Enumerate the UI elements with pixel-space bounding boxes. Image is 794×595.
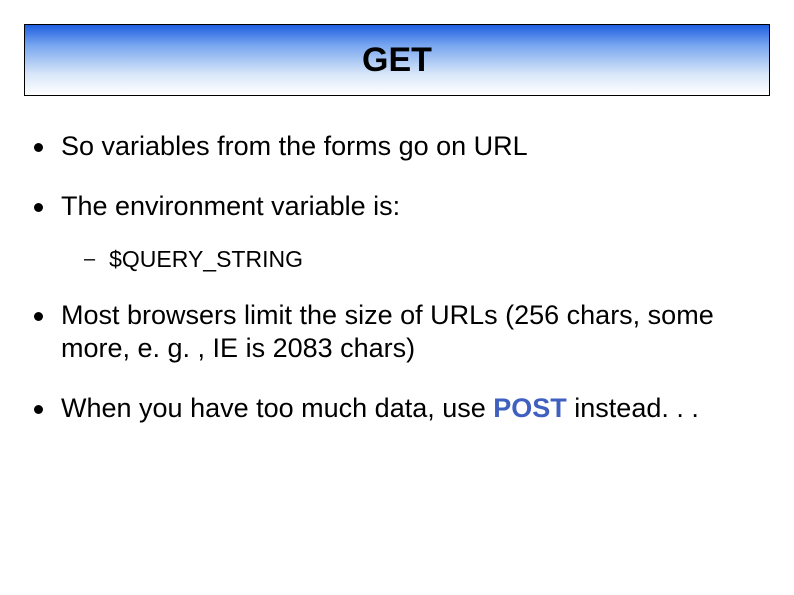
bullet-item: Most browsers limit the size of URLs (25… xyxy=(34,299,760,367)
slide-content: So variables from the forms go on URL Th… xyxy=(34,130,760,452)
bullet-text: Most browsers limit the size of URLs (25… xyxy=(61,299,760,367)
bullet-text: So variables from the forms go on URL xyxy=(61,130,528,164)
bullet-icon xyxy=(34,312,43,321)
bullet-item: When you have too much data, use POST in… xyxy=(34,392,760,426)
bullet-item: The environment variable is: xyxy=(34,190,760,224)
bullet-icon xyxy=(34,405,43,414)
bullet-icon xyxy=(34,143,43,152)
dash-icon: – xyxy=(84,248,95,271)
bullet-text: The environment variable is: xyxy=(61,190,400,224)
slide-title-box: GET xyxy=(24,24,770,96)
text-suffix: instead. . . xyxy=(567,393,699,423)
slide-title: GET xyxy=(362,41,432,80)
bullet-text: When you have too much data, use POST in… xyxy=(61,392,699,426)
text-prefix: When you have too much data, use xyxy=(61,393,493,423)
sub-bullet-text: $QUERY_STRING xyxy=(109,246,303,273)
bullet-icon xyxy=(34,203,43,212)
bullet-item: So variables from the forms go on URL xyxy=(34,130,760,164)
sub-bullet-item: – $QUERY_STRING xyxy=(84,246,760,273)
highlight-word: POST xyxy=(493,393,567,423)
